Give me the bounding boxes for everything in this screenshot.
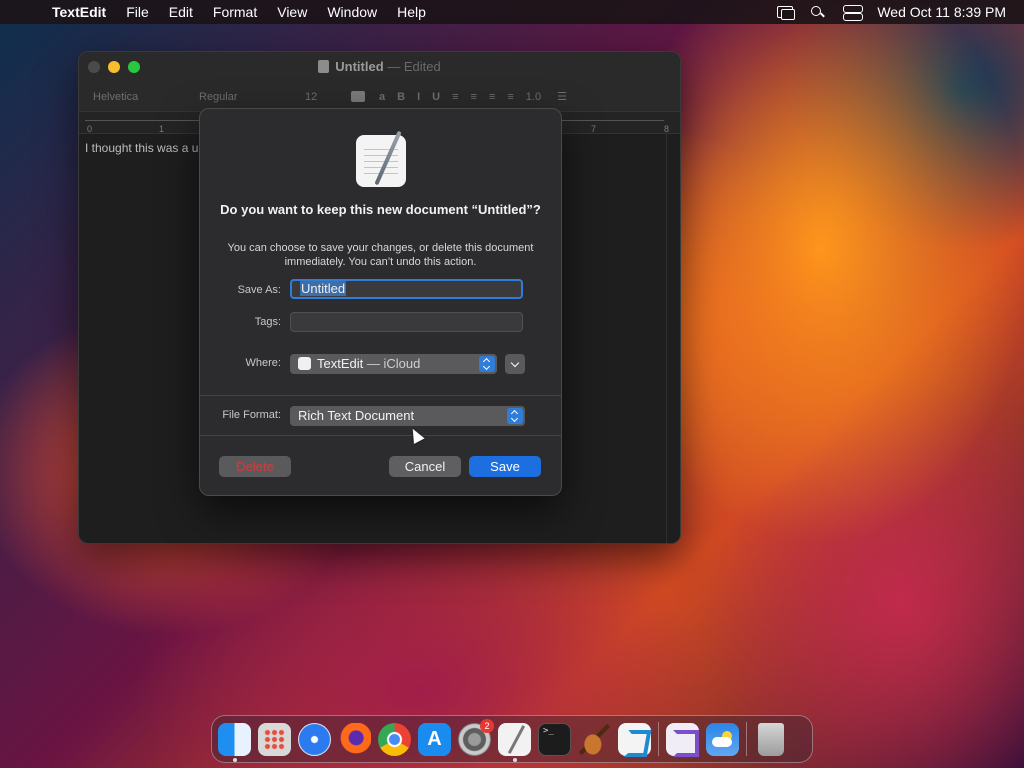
text-color-swatch[interactable] <box>351 91 365 102</box>
save-as-label: Save As: <box>237 284 281 296</box>
dialog-message: You can choose to save your changes, or … <box>227 242 534 268</box>
menu-app-name[interactable]: TextEdit <box>36 4 116 20</box>
tags-field[interactable] <box>290 312 523 332</box>
text-background-icon[interactable]: a <box>379 91 385 103</box>
paper-icon <box>356 135 406 187</box>
menu-clock[interactable]: Wed Oct 11 8:39 PM <box>877 4 1006 20</box>
align-center-icon[interactable]: ≡ <box>471 91 477 103</box>
dialog-divider <box>200 395 561 396</box>
chrome-icon[interactable] <box>378 722 411 756</box>
scrollbar-track[interactable] <box>666 134 680 543</box>
menu-bar-right: Wed Oct 11 8:39 PM <box>777 4 1024 21</box>
garageband-icon[interactable] <box>578 722 611 756</box>
expand-dialog-button[interactable] <box>505 354 525 374</box>
system-settings-icon[interactable]: 2 <box>458 718 494 756</box>
line-spacing-popup[interactable]: 1.0 <box>526 91 541 103</box>
where-suffix: — iCloud <box>366 356 421 371</box>
where-value: TextEdit <box>317 356 364 371</box>
bold-button[interactable]: B <box>397 91 405 103</box>
running-indicator <box>513 757 517 762</box>
file-format-label: File Format: <box>222 409 281 421</box>
font-family-popup[interactable]: Helvetica <box>93 91 183 103</box>
save-button[interactable]: Save <box>469 456 541 477</box>
textedit-icon[interactable] <box>498 722 531 762</box>
dock: 2 <box>211 715 813 763</box>
settings-badge: 2 <box>480 718 494 733</box>
menu-help[interactable]: Help <box>387 4 436 20</box>
ruler-tick: 8 <box>664 124 670 134</box>
underline-button[interactable]: U <box>432 91 440 103</box>
list-bullets-icon[interactable]: ☰ <box>557 90 567 103</box>
menu-format[interactable]: Format <box>203 4 267 20</box>
firefox-icon[interactable] <box>338 722 371 756</box>
menu-file[interactable]: File <box>116 4 159 20</box>
window-title-name: Untitled <box>335 59 384 74</box>
menu-window[interactable]: Window <box>317 4 387 20</box>
italic-button[interactable]: I <box>417 91 420 103</box>
menu-bar-left: TextEdit File Edit Format View Window He… <box>0 4 436 20</box>
dock-separator <box>746 722 747 756</box>
spotlight-search-icon[interactable] <box>809 5 827 19</box>
where-stepper-icon <box>479 356 495 372</box>
finder-icon[interactable] <box>218 722 251 762</box>
window-title: Untitled — Edited <box>79 59 680 74</box>
document-icon <box>318 60 330 73</box>
screen-mirroring-icon[interactable] <box>777 6 796 20</box>
document-text[interactable]: I thought this was a u <box>85 141 198 155</box>
menu-view[interactable]: View <box>267 4 317 20</box>
trash-icon[interactable] <box>758 722 784 756</box>
dialog-title: Do you want to keep this new document “U… <box>220 202 541 217</box>
save-as-field[interactable]: Untitled <box>290 279 523 299</box>
textedit-folder-icon <box>298 357 311 370</box>
menu-bar: TextEdit File Edit Format View Window He… <box>0 0 1024 24</box>
where-label: Where: <box>245 357 281 369</box>
terminal-icon[interactable] <box>538 722 571 756</box>
textedit-app-icon <box>354 130 408 187</box>
menu-edit[interactable]: Edit <box>159 4 203 20</box>
visual-studio-icon[interactable] <box>666 722 699 757</box>
cancel-button[interactable]: Cancel <box>389 456 461 477</box>
delete-button[interactable]: Delete <box>219 456 291 477</box>
file-format-popup[interactable]: Rich Text Document <box>290 406 525 426</box>
running-indicator <box>233 757 237 762</box>
dock-separator <box>658 722 659 756</box>
font-size-popup[interactable]: 12 <box>305 91 335 103</box>
where-popup[interactable]: TextEdit — iCloud <box>290 354 497 374</box>
safari-icon[interactable] <box>298 722 331 756</box>
ruler-tick: 7 <box>591 124 597 134</box>
ruler-tick: 1 <box>159 124 165 134</box>
save-as-value: Untitled <box>300 281 347 296</box>
ruler-tick: 0 <box>87 124 93 134</box>
window-titlebar[interactable]: Untitled — Edited <box>79 52 680 82</box>
control-center-icon[interactable] <box>843 5 864 21</box>
weather-icon[interactable] <box>706 722 739 756</box>
file-format-value: Rich Text Document <box>298 408 415 423</box>
window-title-state: — Edited <box>387 59 441 74</box>
justify-icon[interactable]: ≡ <box>507 91 513 103</box>
tags-label: Tags: <box>254 316 281 328</box>
save-dialog: Do you want to keep this new document “U… <box>199 108 562 496</box>
font-style-popup[interactable]: Regular <box>199 91 289 103</box>
launchpad-icon[interactable] <box>258 722 291 756</box>
dialog-divider <box>200 435 561 436</box>
vscode-icon[interactable] <box>618 722 651 756</box>
align-right-icon[interactable]: ≡ <box>489 91 495 103</box>
app-store-icon[interactable] <box>418 722 451 756</box>
align-left-icon[interactable]: ≡ <box>452 91 458 103</box>
file-format-stepper-icon <box>507 408 523 424</box>
